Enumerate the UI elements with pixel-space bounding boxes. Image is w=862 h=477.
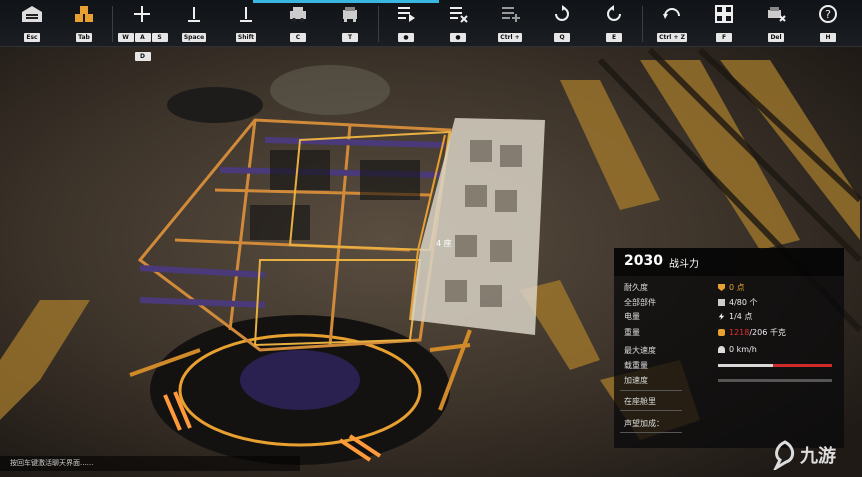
weight-value: 1218/206 千克: [718, 327, 786, 338]
key-tab: Tab: [76, 33, 92, 42]
garage-icon: [22, 6, 42, 22]
multi-select-button[interactable]: Ctrl +: [486, 4, 534, 44]
delete-vehicle-button[interactable]: Del: [752, 4, 800, 44]
key-space: Space: [181, 33, 207, 42]
key-c: C: [290, 33, 306, 42]
place-part-button[interactable]: ●: [382, 4, 430, 44]
chat-hint: 按回车键激活聊天界面......: [10, 459, 94, 467]
key-esc: Esc: [24, 33, 40, 42]
lightning-icon: [718, 313, 725, 320]
key-shift: Shift: [235, 33, 257, 42]
key-e: E: [606, 33, 622, 42]
speedometer-icon: [718, 346, 725, 353]
vehicle-stats-panel: 2030 战斗力 耐久度 0 点 全部部件 4/80 个 电量 1/4 点 重量…: [614, 248, 844, 448]
weight-label: 重量: [624, 328, 640, 337]
stats-divider: [620, 432, 682, 433]
mouse-left-key: ●: [398, 33, 414, 42]
key-a: A: [134, 33, 151, 42]
key-ctrl-plus: Ctrl +: [498, 33, 522, 42]
combat-power-label: 战斗力: [669, 259, 699, 270]
list-add-icon: [502, 7, 520, 22]
rotate-ccw-icon: [555, 5, 569, 21]
combat-power-value: 2030: [624, 253, 663, 269]
key-del: Del: [768, 33, 784, 42]
key-ctrl-z: Ctrl + Z: [657, 33, 687, 42]
car-front-icon: [343, 7, 357, 22]
camera-down-button[interactable]: Shift: [222, 4, 270, 44]
grid-view-button[interactable]: F: [700, 4, 748, 44]
stats-divider: [620, 390, 682, 391]
camera-up-button[interactable]: Space: [170, 4, 218, 44]
parts-label: 全部部件: [624, 298, 656, 307]
test-drive-button[interactable]: T: [326, 4, 374, 44]
remove-part-button[interactable]: ●: [434, 4, 482, 44]
max-speed-value: 0 km/h: [718, 345, 757, 354]
key-q: Q: [554, 33, 570, 42]
help-icon: ?: [819, 5, 837, 23]
parts-icon: [718, 299, 725, 306]
toolbar-divider: [642, 6, 643, 42]
load-capacity-label: 载重量: [624, 361, 648, 370]
shield-icon: [718, 284, 725, 291]
toolbar-divider: [112, 6, 113, 42]
toolbar-accent: [253, 0, 439, 3]
car-delete-icon: [768, 7, 786, 22]
durability-label: 耐久度: [624, 283, 648, 292]
car-side-icon: [290, 7, 306, 22]
help-button[interactable]: ? H: [804, 4, 852, 44]
key-t: T: [342, 33, 358, 42]
key-h: H: [820, 33, 836, 42]
chat-bar[interactable]: 按回车键激活聊天界面......: [0, 456, 300, 471]
mouse-right-key: ●: [450, 33, 466, 42]
vehicle-view-button[interactable]: C: [274, 4, 322, 44]
rotate-right-button[interactable]: E: [590, 4, 638, 44]
undo-icon: [663, 8, 680, 19]
acceleration-bar: [718, 379, 832, 382]
jiuyou-logo-icon: [773, 440, 795, 470]
max-speed-label: 最大速度: [624, 346, 656, 355]
power-supply-label: 电量: [624, 312, 640, 321]
parts-value: 4/80 个: [718, 297, 758, 308]
undo-button[interactable]: Ctrl + Z: [648, 4, 696, 44]
crates-icon: [75, 6, 93, 22]
move-cross-icon: [134, 6, 150, 22]
in-cockpit-label: 在座舱里: [624, 397, 656, 406]
key-d: D: [134, 52, 151, 61]
load-capacity-bar: [718, 364, 832, 367]
down-arrow-icon: [240, 7, 252, 22]
watermark-logo: 九游: [772, 436, 862, 476]
watermark-text: 九游: [800, 446, 836, 467]
grid-icon: [715, 5, 733, 23]
rotate-left-button[interactable]: Q: [538, 4, 586, 44]
power-supply-value: 1/4 点: [718, 311, 752, 322]
key-w: W: [117, 33, 134, 42]
weight-icon: [718, 329, 725, 336]
block-count-label: 4 座: [436, 239, 452, 248]
acceleration-label: 加速度: [624, 376, 648, 385]
durability-value: 0 点: [718, 282, 745, 293]
move-camera-button[interactable]: W A S D: [116, 4, 168, 61]
exit-garage-button[interactable]: Esc: [8, 4, 56, 44]
top-toolbar: Esc Tab W A S D Space Shift C T ● ● Ctrl + …: [0, 0, 862, 61]
up-arrow-icon: [188, 7, 200, 22]
stats-header: 2030 战斗力: [614, 248, 844, 276]
rotate-cw-icon: [607, 5, 621, 21]
toolbar-divider: [378, 6, 379, 42]
key-s: S: [151, 33, 168, 42]
svg-text:?: ?: [825, 8, 831, 21]
parts-button[interactable]: Tab: [60, 4, 108, 44]
reputation-bonus-label: 声望加成：: [624, 419, 664, 428]
list-remove-icon: [450, 7, 468, 23]
key-f: F: [716, 33, 732, 42]
stats-divider: [620, 410, 682, 411]
list-play-icon: [398, 7, 415, 22]
